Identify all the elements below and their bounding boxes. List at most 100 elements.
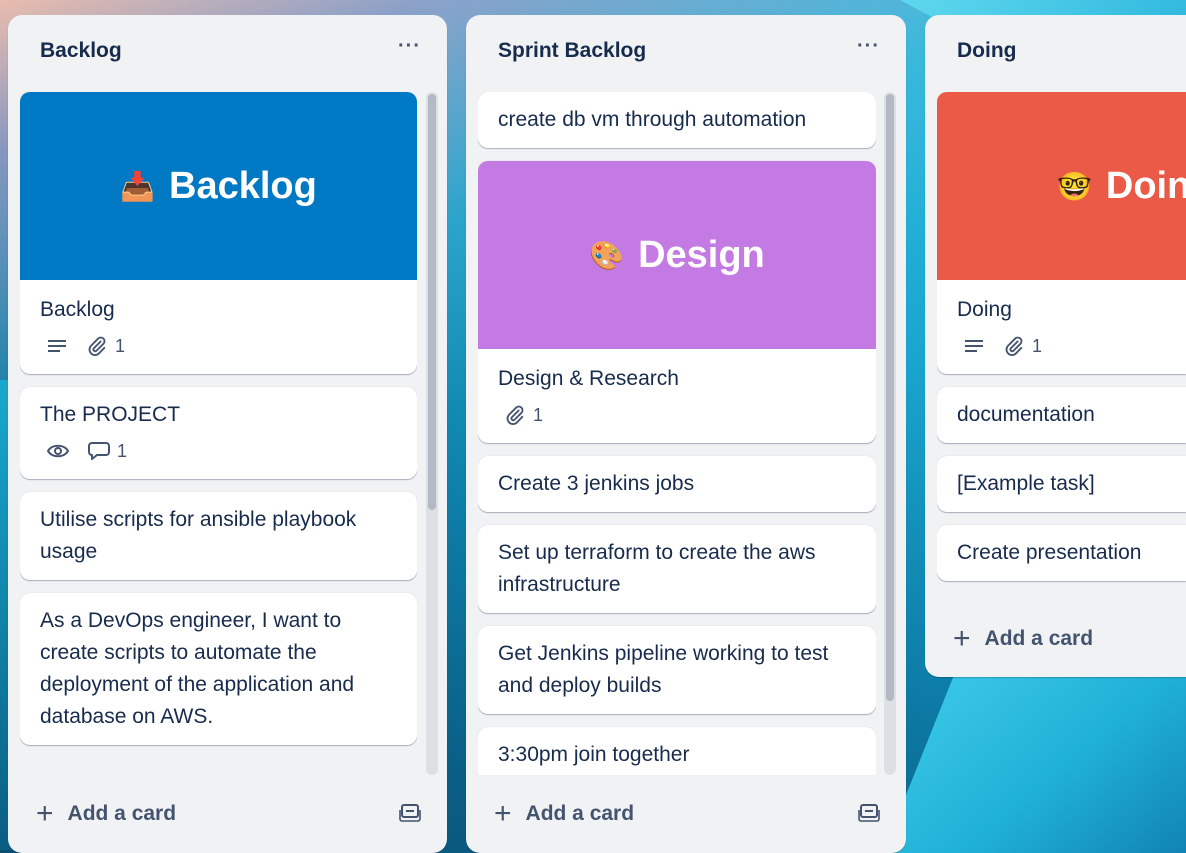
scrollbar-thumb[interactable]: [886, 94, 894, 701]
comment-icon: [88, 442, 110, 460]
card-body: Design & Research 1: [478, 349, 876, 443]
scrollbar-thumb[interactable]: [428, 94, 436, 510]
card-body: 3:30pm join together: [478, 727, 876, 775]
list-menu-button[interactable]: ···: [398, 36, 421, 56]
create-from-template-button[interactable]: [399, 802, 421, 827]
list-backlog: Backlog ··· 📥 Backlog Backlog 1 The PROJ…: [8, 15, 447, 853]
card-list: 🤓 Doing Doing 1 documentation: [937, 92, 1186, 602]
list-footer: + Add a card: [466, 775, 906, 853]
list-doing: Doing 🤓 Doing Doing 1: [925, 15, 1186, 677]
template-icon: [399, 803, 421, 822]
card-terraform-aws[interactable]: Set up terraform to create the aws infra…: [478, 525, 876, 613]
list-menu-button[interactable]: ···: [857, 36, 880, 56]
create-from-template-button[interactable]: [858, 802, 880, 827]
card-cover: 📥 Backlog: [20, 92, 417, 280]
add-card-button[interactable]: + Add a card: [36, 797, 177, 830]
watch-badge: [40, 442, 70, 460]
nerd-face-icon: 🤓: [1057, 170, 1092, 202]
card-cover: 🤓 Doing: [937, 92, 1186, 280]
card-ansible-scripts[interactable]: Utilise scripts for ansible playbook usa…: [20, 492, 417, 580]
card-cover-title: Design: [638, 233, 765, 276]
list-footer: + Add a card: [925, 601, 1186, 677]
card-badges: 1: [40, 439, 397, 463]
card-title: Create 3 jenkins jobs: [498, 472, 695, 495]
card-title: Get Jenkins pipeline working to test and…: [498, 642, 829, 697]
card-cover-title: Doing: [1105, 164, 1186, 207]
card-title: Create presentation: [957, 541, 1142, 564]
add-card-button[interactable]: + Add a card: [953, 622, 1094, 655]
card-body: As a DevOps engineer, I want to create s…: [20, 593, 417, 745]
card-doing-cover[interactable]: 🤓 Doing Doing 1: [937, 92, 1186, 374]
plus-icon: +: [494, 797, 512, 830]
list-scrollbar[interactable]: [426, 92, 438, 775]
card-title: Set up terraform to create the aws infra…: [498, 541, 816, 596]
card-body: [Example task]: [937, 456, 1186, 512]
card-title: 3:30pm join together: [498, 743, 690, 766]
card-body: documentation: [937, 387, 1186, 443]
list-sprint-backlog: Sprint Backlog ··· create db vm through …: [466, 15, 906, 853]
card-cover-title: Backlog: [169, 164, 317, 207]
attachment-count: 1: [533, 404, 544, 425]
card-title: documentation: [957, 403, 1095, 426]
attachment-badge: 1: [498, 404, 543, 426]
add-card-button[interactable]: + Add a card: [494, 797, 635, 830]
list-title[interactable]: Doing: [957, 39, 1016, 63]
card-body: Create 3 jenkins jobs: [478, 456, 876, 512]
list-header: Doing: [925, 15, 1186, 93]
card-backlog-cover[interactable]: 📥 Backlog Backlog 1: [20, 92, 417, 374]
comment-badge: 1: [88, 441, 127, 462]
list-title[interactable]: Sprint Backlog: [498, 39, 646, 63]
card-title: Utilise scripts for ansible playbook usa…: [40, 508, 357, 563]
card-title: [Example task]: [957, 472, 1095, 495]
card-title: As a DevOps engineer, I want to create s…: [40, 609, 355, 728]
card-documentation[interactable]: documentation: [937, 387, 1186, 443]
palette-icon: 🎨: [589, 239, 625, 271]
description-icon: [957, 338, 985, 354]
card-body: Get Jenkins pipeline working to test and…: [478, 626, 876, 714]
card-body: Backlog 1: [20, 280, 417, 374]
card-body: Utilise scripts for ansible playbook usa…: [20, 492, 417, 580]
card-body: The PROJECT 1: [20, 387, 417, 479]
add-card-label: Add a card: [67, 802, 177, 825]
card-join-together[interactable]: 3:30pm join together: [478, 727, 876, 775]
comment-count: 1: [117, 440, 128, 461]
card-devops-user-story[interactable]: As a DevOps engineer, I want to create s…: [20, 593, 417, 745]
attachment-count: 1: [115, 335, 126, 356]
card-badges: 1: [498, 403, 856, 427]
card-title: Backlog: [40, 298, 115, 321]
card-design-research[interactable]: 🎨 Design Design & Research 1: [478, 161, 876, 443]
card-jenkins-pipeline[interactable]: Get Jenkins pipeline working to test and…: [478, 626, 876, 714]
template-icon: [858, 803, 880, 822]
list-scrollbar[interactable]: [884, 92, 896, 775]
plus-icon: +: [36, 797, 54, 830]
card-list: 📥 Backlog Backlog 1 The PROJECT 1 Utilis…: [20, 92, 417, 775]
card-title: Design & Research: [498, 367, 679, 390]
card-badges: 1: [40, 334, 397, 358]
card-cover: 🎨 Design: [478, 161, 876, 349]
card-badges: 1: [957, 334, 1166, 358]
list-header: Sprint Backlog ···: [466, 15, 906, 93]
card-example-task[interactable]: [Example task]: [937, 456, 1186, 512]
list-title[interactable]: Backlog: [40, 39, 122, 63]
list-footer: + Add a card: [8, 775, 447, 853]
attachment-badge: 1: [1003, 335, 1042, 357]
list-header: Backlog ···: [8, 15, 447, 93]
eye-icon: [46, 444, 70, 458]
description-icon: [40, 338, 68, 354]
card-body: create db vm through automation: [478, 92, 876, 148]
card-jenkins-jobs[interactable]: Create 3 jenkins jobs: [478, 456, 876, 512]
plus-icon: +: [953, 622, 971, 655]
attachment-badge: 1: [86, 335, 125, 357]
card-body: Create presentation: [937, 525, 1186, 581]
card-list: create db vm through automation 🎨 Design…: [478, 92, 876, 775]
card-create-db-vm[interactable]: create db vm through automation: [478, 92, 876, 148]
add-card-label: Add a card: [525, 802, 635, 825]
inbox-tray-icon: 📥: [120, 170, 156, 202]
paperclip-icon: [88, 336, 106, 356]
card-the-project[interactable]: The PROJECT 1: [20, 387, 417, 479]
card-create-presentation[interactable]: Create presentation: [937, 525, 1186, 581]
card-title: create db vm through automation: [498, 108, 807, 131]
attachment-count: 1: [1032, 335, 1043, 356]
add-card-label: Add a card: [984, 627, 1094, 650]
card-body: Set up terraform to create the aws infra…: [478, 525, 876, 613]
